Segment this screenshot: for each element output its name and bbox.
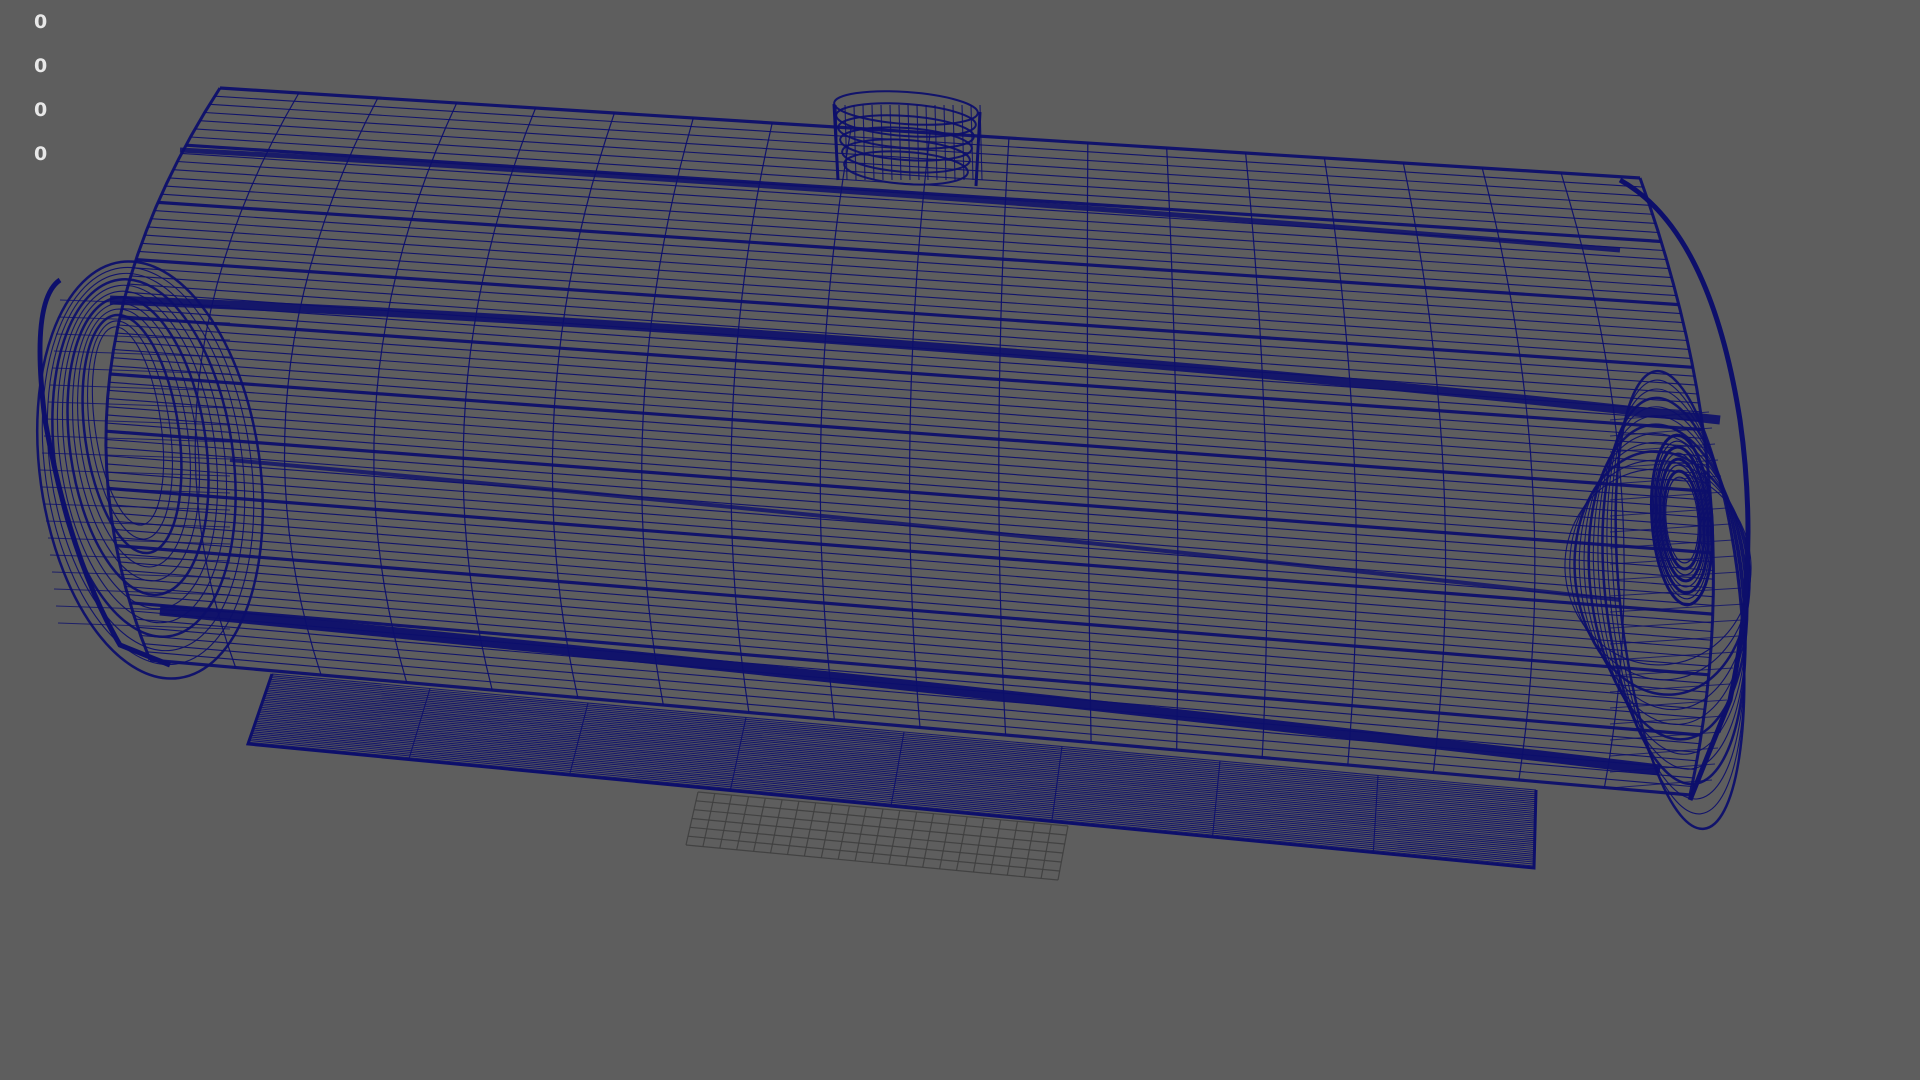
viewport-3d[interactable]: 0 0 0 0	[0, 0, 1920, 1080]
hud-stat-1: 0	[34, 55, 48, 77]
hud-stats: 0 0 0 0	[0, 0, 120, 180]
tank-body	[104, 86, 1721, 797]
top-hatch	[832, 90, 983, 187]
hud-stat-3: 0	[34, 143, 48, 165]
hud-stat-0: 0	[34, 11, 48, 33]
skirt-panel	[245, 673, 1538, 870]
hud-stat-2: 0	[34, 99, 48, 121]
left-end-cap	[35, 260, 265, 680]
wireframe-mesh[interactable]	[0, 0, 1920, 1080]
